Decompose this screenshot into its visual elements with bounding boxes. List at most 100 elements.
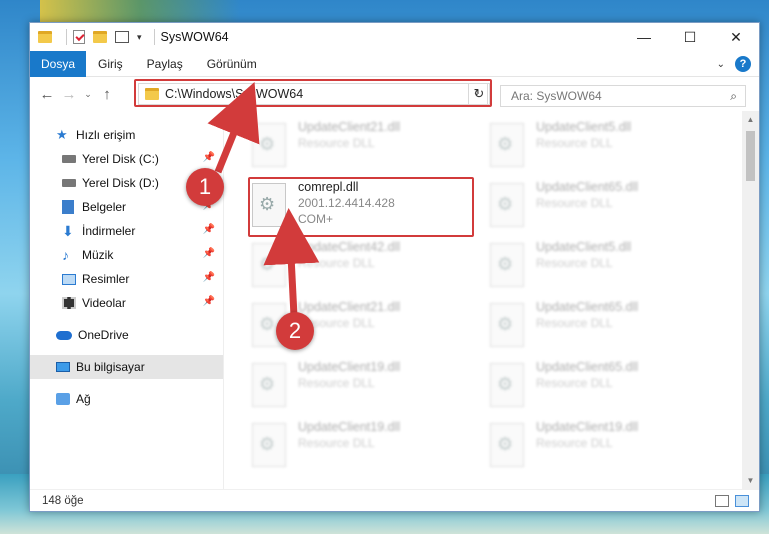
computer-icon xyxy=(56,362,70,372)
file-description: Resource DLL xyxy=(536,376,613,390)
tiles-view-icon[interactable] xyxy=(735,495,749,507)
details-view-icon[interactable] xyxy=(715,495,729,507)
dll-file-icon xyxy=(490,183,524,227)
list-item[interactable]: UpdateClient19.dll Resource DLL xyxy=(252,419,482,475)
sidebar-item-videos[interactable]: Videolar 📌 xyxy=(30,291,223,315)
ribbon-right: ⌄ ? xyxy=(717,56,751,72)
dll-file-icon xyxy=(490,423,524,467)
vertical-scrollbar[interactable]: ▲ ▼ xyxy=(742,111,759,489)
sidebar-item-pictures[interactable]: Resimler 📌 xyxy=(30,267,223,291)
file-description: Resource DLL xyxy=(536,436,613,450)
file-highlight-box xyxy=(248,177,474,237)
sidebar-item-this-pc[interactable]: Bu bilgisayar xyxy=(30,355,223,379)
sidebar-item-disk-c[interactable]: Yerel Disk (C:) 📌 xyxy=(30,147,223,171)
help-icon[interactable]: ? xyxy=(735,56,751,72)
file-name: UpdateClient19.dll xyxy=(298,420,401,434)
music-icon: ♪ xyxy=(62,247,69,263)
sidebar-item-downloads[interactable]: ⬇ İndirmeler 📌 xyxy=(30,219,223,243)
sidebar-item-label: Yerel Disk (D:) xyxy=(82,176,159,190)
maximize-button[interactable]: ☐ xyxy=(667,23,713,51)
file-name: UpdateClient21.dll xyxy=(298,300,401,314)
sidebar-item-label: Müzik xyxy=(82,248,114,262)
scroll-up-icon[interactable]: ▲ xyxy=(742,111,759,128)
drive-icon xyxy=(62,179,76,187)
file-name: UpdateClient65.dll xyxy=(536,180,639,194)
content-area: ★ Hızlı erişim Yerel Disk (C:) 📌 Yerel D… xyxy=(30,111,759,489)
list-item[interactable]: UpdateClient5.dll Resource DLL xyxy=(490,239,720,295)
close-button[interactable]: ✕ xyxy=(713,23,759,51)
tab-file[interactable]: Dosya xyxy=(30,50,86,77)
scrollbar-thumb[interactable] xyxy=(746,131,755,181)
window-controls: — ☐ ✕ xyxy=(621,23,759,51)
file-name: UpdateClient5.dll xyxy=(536,240,632,254)
properties-check-icon[interactable] xyxy=(73,30,85,44)
file-name: UpdateClient19.dll xyxy=(298,360,401,374)
tab-share[interactable]: Paylaş xyxy=(135,57,195,71)
sidebar-item-label: Bu bilgisayar xyxy=(76,360,145,374)
file-description: Resource DLL xyxy=(298,436,375,450)
title-bar: ▾ SysWOW64 — ☐ ✕ xyxy=(30,23,759,51)
list-item[interactable]: UpdateClient5.dll Resource DLL xyxy=(490,119,720,175)
search-icon[interactable]: ⌕ xyxy=(730,89,737,104)
dll-file-icon xyxy=(490,303,524,347)
dll-file-icon xyxy=(490,123,524,167)
sidebar-item-label: Hızlı erişim xyxy=(76,128,136,142)
list-item[interactable]: UpdateClient21.dll Resource DLL xyxy=(252,119,482,175)
folder-icon[interactable] xyxy=(38,31,52,43)
sidebar-item-music[interactable]: ♪ Müzik 📌 xyxy=(30,243,223,267)
up-icon[interactable]: ↑ xyxy=(96,86,118,103)
pictures-icon xyxy=(62,273,76,285)
sidebar-item-network[interactable]: Ağ xyxy=(30,387,223,411)
navigation-pane: ★ Hızlı erişim Yerel Disk (C:) 📌 Yerel D… xyxy=(30,111,224,489)
list-item[interactable]: UpdateClient65.dll Resource DLL xyxy=(490,179,720,235)
file-list: UpdateClient21.dllResource DLL comrepl.d… xyxy=(224,111,759,489)
navigation-bar: ← → ⌄ ↑ C:\Windows\SysWOW64 ⌄ ↻ Ara: Sys… xyxy=(30,77,759,111)
drive-icon xyxy=(62,155,76,163)
file-name: UpdateClient65.dll xyxy=(536,300,639,314)
file-description: Resource DLL xyxy=(536,316,613,330)
recent-locations-icon[interactable]: ⌄ xyxy=(80,89,96,100)
list-item[interactable]: UpdateClient65.dll Resource DLL xyxy=(490,359,720,415)
tab-view[interactable]: Görünüm xyxy=(195,57,269,71)
new-folder-icon[interactable] xyxy=(93,31,107,43)
search-input[interactable]: Ara: SysWOW64 ⌕ xyxy=(500,85,746,107)
file-description: Resource DLL xyxy=(536,256,613,270)
ribbon-tabs: Dosya Giriş Paylaş Görünüm ⌄ ? xyxy=(30,50,759,77)
rename-icon[interactable] xyxy=(115,31,129,43)
file-name: UpdateClient5.dll xyxy=(536,120,632,134)
pin-icon: 📌 xyxy=(202,272,215,283)
step-marker-1: 1 xyxy=(186,168,224,206)
sidebar-item-label: Belgeler xyxy=(82,200,127,214)
list-item[interactable]: UpdateClient42.dll Resource DLL xyxy=(252,239,482,295)
dll-file-icon xyxy=(490,243,524,287)
sidebar-item-label: Yerel Disk (C:) xyxy=(82,152,159,166)
dll-file-icon xyxy=(252,363,286,407)
download-icon: ⬇ xyxy=(62,222,74,239)
customize-toolbar-icon[interactable]: ▾ xyxy=(137,32,142,43)
sidebar-item-label: Ağ xyxy=(76,392,91,406)
back-icon[interactable]: ← xyxy=(36,86,58,103)
pin-icon: 📌 xyxy=(202,224,215,235)
chevron-down-icon[interactable]: ⌄ xyxy=(717,59,725,70)
tab-home[interactable]: Giriş xyxy=(86,57,135,71)
sidebar-item-label: İndirmeler xyxy=(82,224,136,238)
pin-icon: 📌 xyxy=(202,248,215,259)
network-icon xyxy=(56,393,70,405)
view-switcher xyxy=(715,495,749,507)
file-description: Resource DLL xyxy=(536,136,613,150)
file-name: UpdateClient19.dll xyxy=(536,420,639,434)
list-item[interactable]: UpdateClient19.dll Resource DLL xyxy=(252,359,482,415)
search-placeholder: Ara: SysWOW64 xyxy=(511,89,602,103)
dll-file-icon xyxy=(252,123,286,167)
address-highlight-box xyxy=(134,79,492,107)
sidebar-item-label: Videolar xyxy=(82,296,126,310)
explorer-window: ▾ SysWOW64 — ☐ ✕ Dosya Giriş Paylaş Görü… xyxy=(29,22,760,512)
sidebar-item-onedrive[interactable]: OneDrive xyxy=(30,323,223,347)
list-item[interactable]: UpdateClient19.dll Resource DLL xyxy=(490,419,720,475)
forward-icon[interactable]: → xyxy=(58,86,80,103)
list-item[interactable]: UpdateClient65.dll Resource DLL xyxy=(490,299,720,355)
minimize-button[interactable]: — xyxy=(621,23,667,51)
sidebar-item-label: Resimler xyxy=(82,272,130,286)
scroll-down-icon[interactable]: ▼ xyxy=(742,472,759,489)
sidebar-item-quick-access[interactable]: ★ Hızlı erişim xyxy=(30,123,223,147)
